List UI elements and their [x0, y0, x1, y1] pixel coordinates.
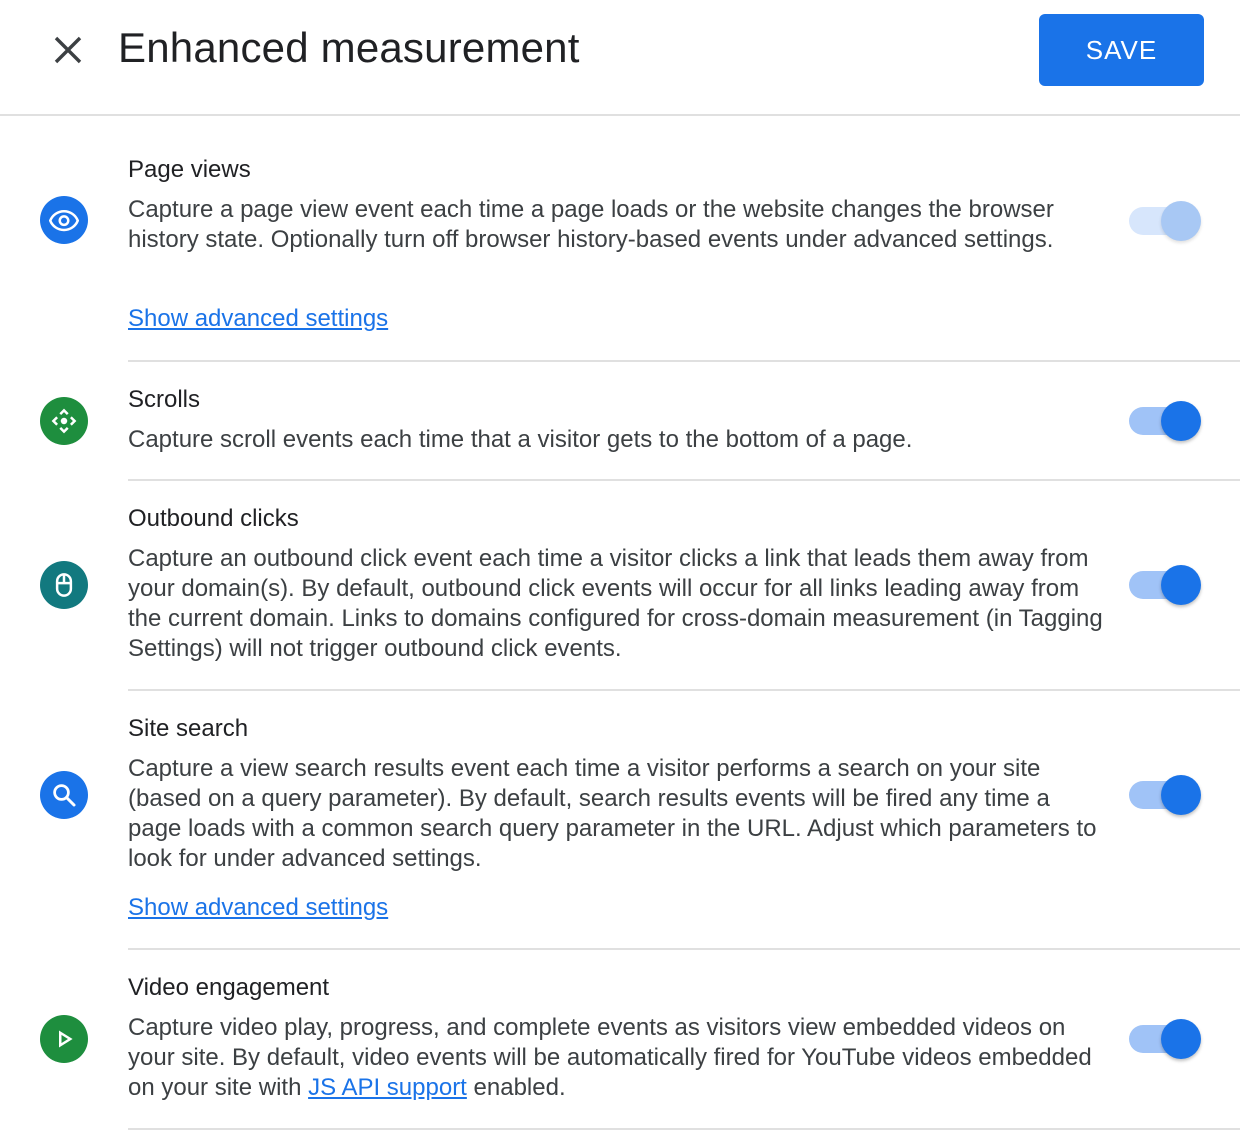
outbound-clicks-icon-badge — [40, 561, 88, 609]
section-description: Capture video play, progress, and comple… — [128, 1013, 1103, 1103]
section-description: Capture a page view event each time a pa… — [128, 196, 1054, 253]
mouse-icon — [55, 573, 73, 597]
divider — [128, 948, 1240, 950]
section-description: Capture scroll events each time that a v… — [128, 426, 913, 453]
description-text: Capture video play, progress, and comple… — [128, 1014, 1092, 1101]
divider — [128, 479, 1240, 481]
section-title: Page views — [128, 156, 251, 183]
section-description: Capture an outbound click event each tim… — [128, 545, 1103, 662]
toggle-thumb — [1161, 201, 1201, 241]
toggle-thumb — [1161, 775, 1201, 815]
dialog-header: Enhanced measurement SAVE — [0, 0, 1240, 116]
video-engagement-icon-badge — [40, 1015, 88, 1063]
show-advanced-settings-link[interactable]: Show advanced settings — [128, 894, 388, 922]
section-title: Video engagement — [128, 974, 330, 1001]
toggle-thumb — [1161, 401, 1201, 441]
page-title: Enhanced measurement — [118, 24, 580, 71]
scroll-icon — [51, 408, 77, 434]
section-description: Capture a view search results event each… — [128, 755, 1097, 872]
scrolls-icon-badge — [40, 397, 88, 445]
page-views-icon-badge — [40, 196, 88, 244]
site-search-toggle[interactable] — [1129, 773, 1203, 817]
show-advanced-settings-link[interactable]: Show advanced settings — [128, 305, 388, 333]
js-api-support-link[interactable]: JS API support — [308, 1074, 467, 1101]
site-search-icon-badge — [40, 771, 88, 819]
close-button[interactable] — [48, 30, 88, 70]
toggle-thumb — [1161, 1019, 1201, 1059]
outbound-clicks-toggle[interactable] — [1129, 563, 1203, 607]
page-views-toggle[interactable] — [1129, 199, 1203, 243]
divider — [128, 360, 1240, 362]
eye-icon — [49, 209, 79, 232]
video-engagement-toggle[interactable] — [1129, 1017, 1203, 1061]
divider — [128, 689, 1240, 691]
divider — [128, 1128, 1240, 1130]
section-title: Scrolls — [128, 386, 201, 413]
search-icon — [53, 784, 76, 807]
close-icon — [54, 36, 82, 64]
scrolls-toggle[interactable] — [1129, 399, 1203, 443]
section-title: Site search — [128, 715, 249, 742]
play-icon — [59, 1030, 73, 1048]
toggle-thumb — [1161, 565, 1201, 605]
save-button[interactable]: SAVE — [1039, 14, 1204, 86]
description-text: enabled. — [466, 1074, 566, 1101]
section-title: Outbound clicks — [128, 505, 299, 532]
